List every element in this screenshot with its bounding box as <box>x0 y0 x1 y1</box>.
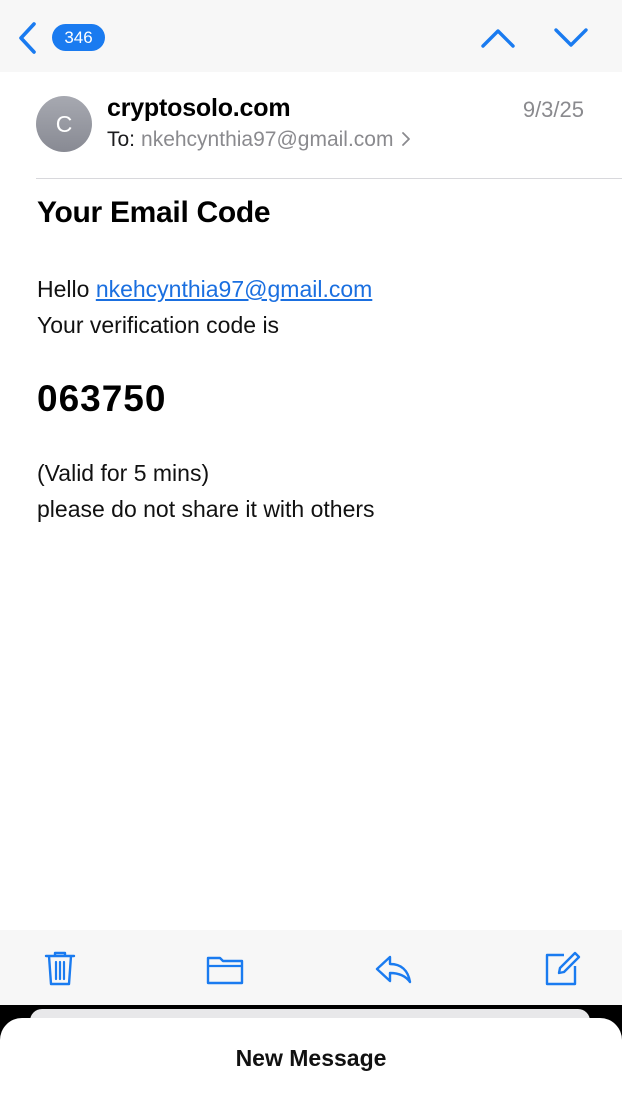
bottom-toolbar <box>0 930 622 1005</box>
greeting-line: Hello nkehcynthia97@gmail.com <box>37 276 372 303</box>
folder-icon[interactable] <box>205 948 245 988</box>
greeting-text: Hello <box>37 276 90 302</box>
top-nav-bar: 346 <box>0 0 622 72</box>
email-subject: Your Email Code <box>37 196 271 229</box>
verification-code: 063750 <box>37 378 167 419</box>
message-date: 9/3/25 <box>522 97 584 122</box>
chevron-down-icon[interactable] <box>552 24 590 52</box>
new-message-title[interactable]: New Message <box>0 1045 622 1072</box>
sender-name[interactable]: cryptosolo.com <box>107 94 291 123</box>
recipient-line[interactable]: To: nkehcynthia97@gmail.com <box>107 128 411 152</box>
intro-text: Your verification code is <box>37 312 280 338</box>
warning-text: please do not share it with others <box>37 496 375 522</box>
trash-icon[interactable] <box>40 948 80 988</box>
avatar[interactable]: C <box>36 96 92 152</box>
mail-screen: 346 C cryptosolo.com 9/3/25 To: nkehcynth… <box>0 0 622 1005</box>
unread-count-badge[interactable]: 346 <box>52 24 105 51</box>
compose-icon[interactable] <box>542 948 582 988</box>
chevron-right-icon[interactable] <box>401 131 411 147</box>
header-divider <box>36 178 622 179</box>
reply-icon[interactable] <box>373 948 413 988</box>
message-header: C cryptosolo.com 9/3/25 To: nkehcynthia97… <box>0 72 622 179</box>
greeting-email-link[interactable]: nkehcynthia97@gmail.com <box>96 276 372 302</box>
chevron-up-icon[interactable] <box>479 24 517 52</box>
to-label: To: <box>107 128 136 151</box>
chevron-left-icon[interactable] <box>14 18 44 58</box>
recipient-address[interactable]: nkehcynthia97@gmail.com <box>141 128 393 151</box>
validity-text: (Valid for 5 mins) <box>37 460 210 486</box>
new-message-sheet[interactable]: New Message <box>0 1018 622 1098</box>
